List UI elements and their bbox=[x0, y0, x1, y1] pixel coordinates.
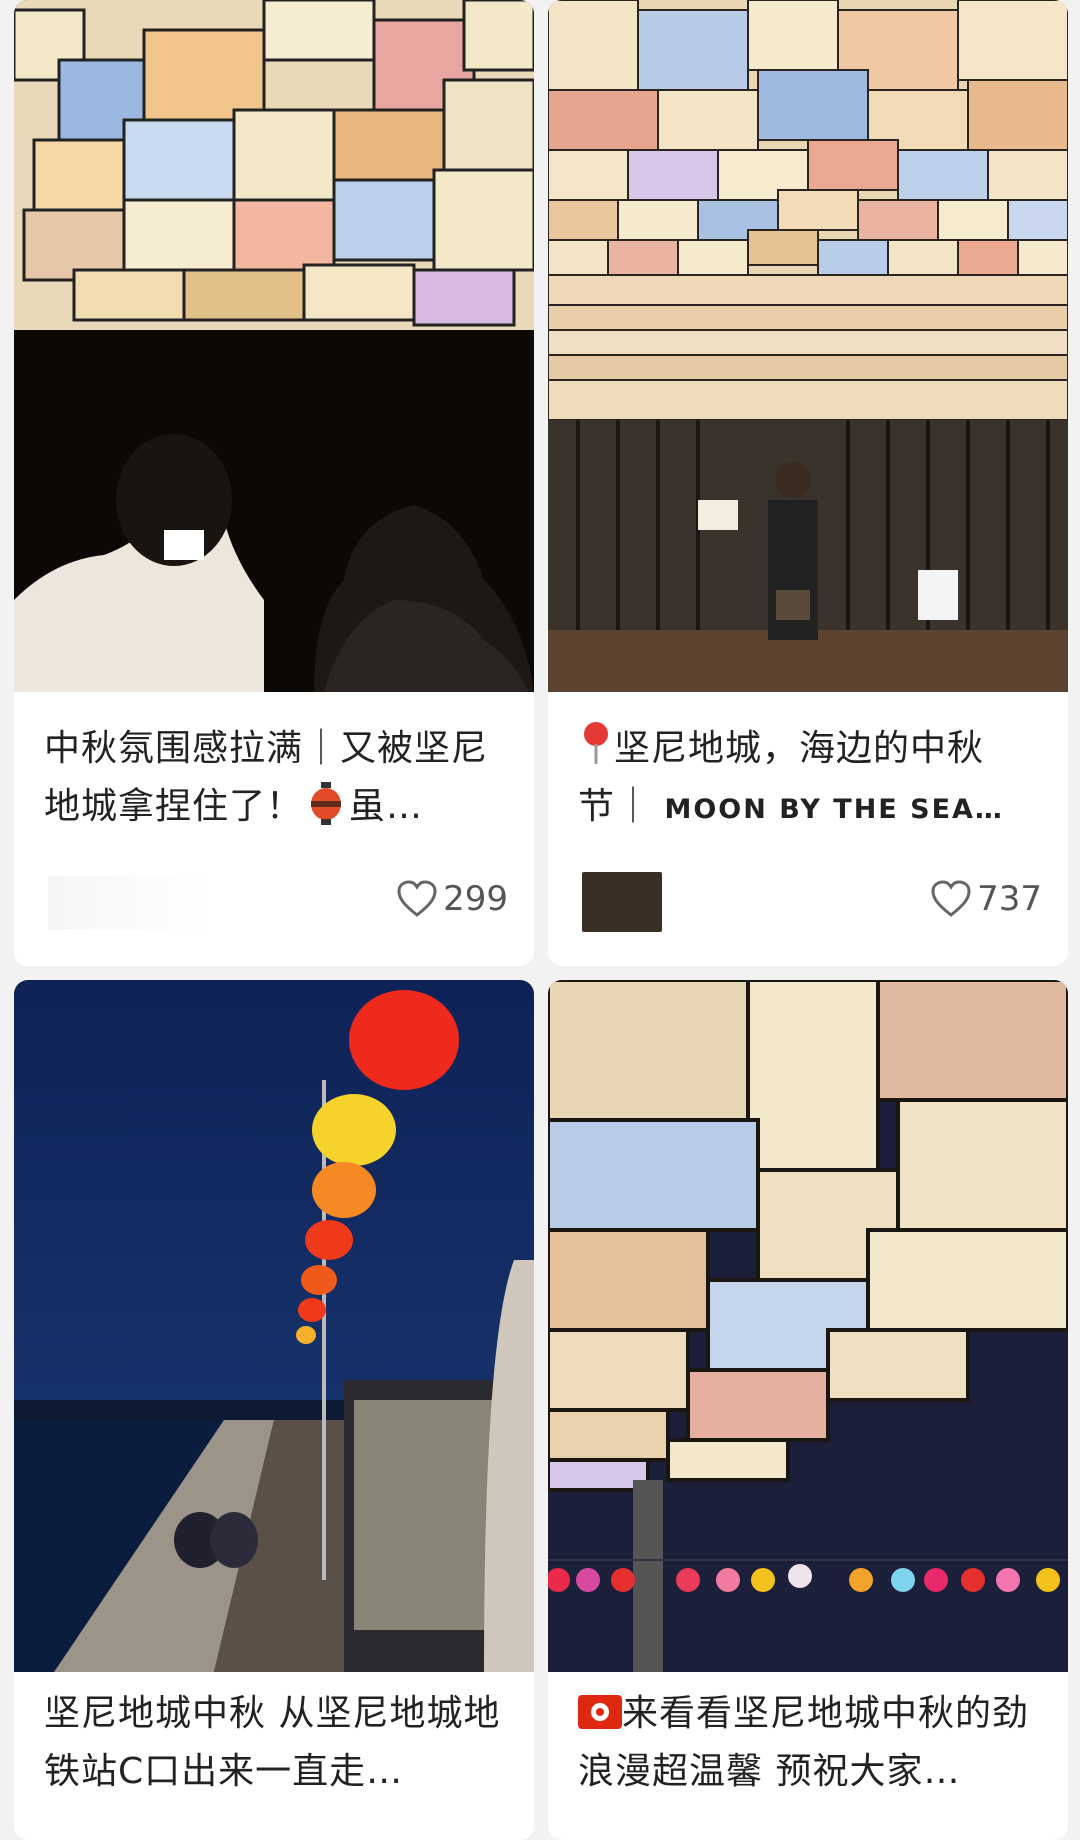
note-title-text-line2: 节｜ bbox=[578, 786, 653, 827]
note-title-latin: MOON BY THE SEA… bbox=[664, 794, 1004, 825]
note-cover-image[interactable] bbox=[14, 980, 534, 1672]
note-title-tail: 虽… bbox=[349, 786, 424, 827]
like-count: 299 bbox=[443, 879, 508, 919]
like-button[interactable]: 737 bbox=[931, 874, 1042, 924]
note-title-text: 坚尼地城中秋 从坚尼地城地铁站C口出来一直走… bbox=[44, 1693, 501, 1792]
note-title-text: 坚尼地城，海边的中秋 bbox=[614, 728, 985, 769]
hong-kong-flag-icon bbox=[578, 1695, 622, 1729]
heart-icon bbox=[397, 880, 437, 918]
note-card[interactable]: 坚尼地城，海边的中秋 节｜ MOON BY THE SEA… 737 bbox=[548, 0, 1068, 966]
heart-icon bbox=[931, 880, 971, 918]
note-title[interactable]: 坚尼地城中秋 从坚尼地城地铁站C口出来一直走… bbox=[44, 1685, 510, 1801]
like-button[interactable]: 299 bbox=[397, 874, 508, 924]
note-title[interactable]: 来看看坚尼地城中秋的劲浪漫超温馨 预祝大家… bbox=[578, 1685, 1044, 1801]
like-count: 737 bbox=[977, 879, 1042, 919]
note-cover-image[interactable] bbox=[548, 980, 1068, 1672]
lantern-emoji-icon bbox=[311, 782, 342, 825]
note-card[interactable]: 来看看坚尼地城中秋的劲浪漫超温馨 预祝大家… bbox=[548, 980, 1068, 1840]
note-title-text: 来看看坚尼地城中秋的劲浪漫超温馨 预祝大家… bbox=[578, 1693, 1030, 1792]
author-avatar[interactable] bbox=[48, 876, 208, 930]
note-meta: 737 bbox=[572, 868, 1042, 932]
note-feed: 中秋氛围感拉满｜又被坚尼地城拿捏住了！ 虽… 299 坚尼地城，海边的中秋 节｜… bbox=[0, 0, 1080, 1840]
note-meta: 299 bbox=[38, 868, 508, 932]
note-cover-image[interactable] bbox=[548, 0, 1068, 692]
note-card[interactable]: 中秋氛围感拉满｜又被坚尼地城拿捏住了！ 虽… 299 bbox=[14, 0, 534, 966]
author-avatar[interactable] bbox=[582, 872, 662, 932]
note-title[interactable]: 中秋氛围感拉满｜又被坚尼地城拿捏住了！ 虽… bbox=[44, 720, 510, 836]
note-cover-image[interactable] bbox=[14, 0, 534, 692]
note-title[interactable]: 坚尼地城，海边的中秋 节｜ MOON BY THE SEA… bbox=[578, 720, 1044, 839]
note-card[interactable]: 坚尼地城中秋 从坚尼地城地铁站C口出来一直走… bbox=[14, 980, 534, 1840]
map-pin-icon bbox=[584, 722, 608, 764]
